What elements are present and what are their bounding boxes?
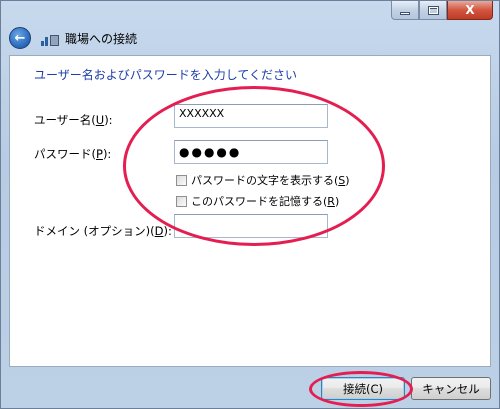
content-panel: ユーザー名およびパスワードを入力してください ユーザー名(U): XXXXXX …: [9, 55, 491, 367]
back-button[interactable]: ←: [9, 27, 31, 49]
username-field[interactable]: XXXXXX: [174, 104, 328, 128]
back-arrow-icon: ←: [14, 30, 26, 46]
minimize-button[interactable]: [391, 1, 419, 20]
password-field[interactable]: ●●●●●: [174, 140, 328, 164]
instruction-text: ユーザー名およびパスワードを入力してください: [34, 68, 298, 82]
connect-button-label: 接続(C): [342, 381, 383, 396]
button-bar: 接続(C) キャンセル: [1, 367, 499, 409]
close-icon: X: [465, 3, 475, 17]
remember-password-label: このパスワードを記憶する(R): [191, 195, 340, 208]
network-connection-icon: [41, 30, 59, 46]
checkbox-box[interactable]: [176, 195, 187, 207]
password-label: パスワード(P):: [34, 147, 112, 161]
cancel-button-label: キャンセル: [422, 381, 480, 396]
checkbox-box[interactable]: [176, 174, 187, 186]
close-button[interactable]: X: [447, 1, 493, 20]
window-controls: X: [391, 1, 493, 20]
show-password-label: パスワードの文字を表示する(S): [191, 174, 350, 187]
cancel-button[interactable]: キャンセル: [411, 377, 491, 400]
title-bar: X ← 職場への接続: [1, 1, 499, 51]
password-value: ●●●●●: [179, 145, 242, 159]
remember-password-checkbox[interactable]: このパスワードを記憶する(R): [176, 193, 339, 209]
show-password-checkbox[interactable]: パスワードの文字を表示する(S): [176, 172, 350, 188]
connect-button[interactable]: 接続(C): [321, 377, 405, 400]
domain-field[interactable]: [174, 214, 328, 238]
window-title: 職場への接続: [65, 31, 138, 46]
nav-row: ← 職場への接続: [9, 27, 137, 49]
maximize-icon: [427, 5, 439, 15]
dialog-window: X ← 職場への接続 ユーザー名およびパスワードを入力してください ユーザー名(…: [0, 0, 500, 409]
maximize-button[interactable]: [419, 1, 447, 20]
domain-label: ドメイン (オプション)(D):: [34, 224, 172, 238]
minimize-icon: [400, 11, 410, 15]
username-label: ユーザー名(U):: [34, 113, 113, 127]
username-value: XXXXXX: [179, 107, 225, 120]
